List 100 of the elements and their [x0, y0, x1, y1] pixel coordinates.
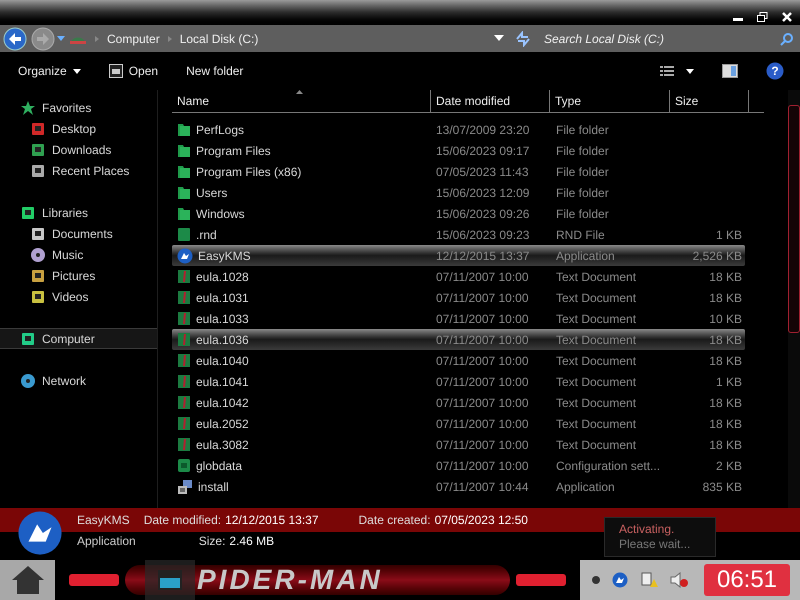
- field-label: Size:: [198, 533, 226, 550]
- nav-item[interactable]: Videos: [0, 286, 157, 307]
- search-icon[interactable]: [780, 32, 794, 46]
- size-cell-text: 18 KB: [709, 352, 742, 370]
- nav-item[interactable]: Pictures: [0, 265, 157, 286]
- popup-title: Activating.: [619, 522, 676, 537]
- toolbar-button[interactable]: Open: [108, 62, 158, 80]
- nav-item[interactable]: Desktop: [0, 118, 157, 139]
- file-row[interactable]: eula.1033 07/11/2007 10:00 Text Document 10 KB: [172, 308, 745, 329]
- nav-item[interactable]: Documents: [0, 223, 157, 244]
- date-cell-text: 15/06/2023 09:26: [435, 206, 530, 222]
- file-row[interactable]: Program Files (x86) 07/05/2023 11:43 File folder: [172, 161, 745, 182]
- close-icon[interactable]: [782, 12, 792, 22]
- file-row[interactable]: eula.2052 07/11/2007 10:00 Text Document 18 KB: [172, 413, 745, 434]
- file-name: eula.1042: [196, 394, 249, 412]
- size-cell-text: 18 KB: [709, 268, 742, 286]
- file-name: EasyKMS: [77, 512, 130, 529]
- type-cell-text: Text Document: [555, 416, 638, 432]
- date-cell-text: 07/11/2007 10:00: [435, 436, 530, 454]
- file-row[interactable]: eula.1042 07/11/2007 10:00 Text Document 18 KB: [172, 392, 745, 413]
- type-cell-text: File folder: [555, 164, 610, 180]
- file-row[interactable]: globdata 07/11/2007 10:00 Configuration sett... 2 KB: [172, 455, 745, 476]
- refresh-icon[interactable]: [514, 30, 532, 46]
- dropdown-icon[interactable]: [57, 36, 65, 42]
- toolbar-button[interactable]: Organize: [18, 62, 81, 80]
- star-icon: [20, 100, 36, 116]
- app-icon: [17, 510, 63, 556]
- nav-item[interactable]: Network: [0, 370, 157, 391]
- restore-icon[interactable]: [757, 12, 768, 22]
- date-cell-text: 07/11/2007 10:00: [435, 394, 530, 412]
- type-cell-text: File folder: [555, 142, 610, 160]
- file-name: install: [198, 478, 229, 496]
- file-row[interactable]: eula.1040 07/11/2007 10:00 Text Document 18 KB: [172, 350, 745, 371]
- field-label: Date modified:: [144, 512, 222, 529]
- size-cell-text: 1 KB: [716, 226, 742, 244]
- folder-icon: [157, 569, 183, 591]
- forward-icon[interactable]: [31, 26, 55, 50]
- disc-icon: [30, 246, 46, 262]
- clock[interactable]: 06:51: [704, 564, 790, 596]
- file-row[interactable]: install 07/11/2007 10:44 Application 835 KB: [172, 476, 745, 497]
- muted-speaker-icon[interactable]: [670, 572, 688, 588]
- type-cell-text: File folder: [555, 122, 610, 138]
- file-icon: [177, 227, 191, 242]
- minimize-icon[interactable]: [733, 18, 743, 22]
- chevron-icon: [168, 36, 172, 42]
- document-icon: [177, 374, 191, 389]
- view-list-icon[interactable]: [660, 66, 674, 76]
- caret-icon[interactable]: [686, 68, 694, 74]
- scrollbar[interactable]: [788, 90, 800, 508]
- nav-item[interactable]: Recent Places: [0, 160, 157, 181]
- help-icon[interactable]: ?: [766, 62, 784, 80]
- nav-item[interactable]: Downloads: [0, 139, 157, 160]
- app-icon[interactable]: [612, 572, 628, 588]
- document-icon: [177, 269, 191, 284]
- file-name: EasyKMS: [198, 248, 251, 264]
- glow-bar-icon: [516, 574, 566, 586]
- column-header[interactable]: Name: [172, 90, 430, 112]
- file-row[interactable]: Users 15/06/2023 12:09 File folder: [172, 182, 745, 203]
- back-icon[interactable]: [3, 26, 27, 50]
- column-header[interactable]: Size: [669, 90, 749, 112]
- breadcrumb[interactable]: Computer: [107, 30, 160, 48]
- file-row[interactable]: EasyKMS 12/12/2015 13:37 Application 2,526 KB: [172, 245, 745, 266]
- breadcrumb[interactable]: Local Disk (C:): [180, 30, 258, 48]
- file-row[interactable]: eula.1031 07/11/2007 10:00 Text Document 18 KB: [172, 287, 745, 308]
- column-header[interactable]: Type: [549, 90, 669, 112]
- file-row[interactable]: eula.1036 07/11/2007 10:00 Text Document 18 KB: [172, 329, 745, 350]
- popup-message: Please wait...: [619, 537, 692, 552]
- folder-icon: [177, 185, 191, 200]
- nav-item[interactable]: Libraries: [0, 202, 157, 223]
- nav-item[interactable]: Music: [0, 244, 157, 265]
- file-name: eula.1031: [196, 290, 249, 306]
- folder-icon: [177, 122, 191, 137]
- nav-item[interactable]: Favorites: [0, 97, 157, 118]
- search-field[interactable]: Search Local Disk (C:): [544, 30, 780, 48]
- column-header[interactable]: Date modified: [430, 90, 549, 112]
- home-icon: [10, 565, 44, 595]
- date-cell-text: 07/11/2007 10:00: [435, 352, 530, 370]
- file-name: eula.1036: [196, 332, 249, 348]
- file-row[interactable]: eula.3082 07/11/2007 10:00 Text Document 18 KB: [172, 434, 745, 455]
- type-cell-text: Text Document: [555, 436, 638, 454]
- document-icon: [177, 290, 191, 305]
- explorer-taskbar-button[interactable]: [145, 560, 195, 600]
- file-row[interactable]: eula.1028 07/11/2007 10:00 Text Document 18 KB: [172, 266, 745, 287]
- folder-icon: [177, 206, 191, 221]
- nav-item[interactable]: Computer: [0, 328, 157, 349]
- scrollbar-thumb[interactable]: [788, 105, 800, 333]
- date-cell-text: 12/12/2015 13:37: [435, 248, 530, 264]
- file-row[interactable]: Windows 15/06/2023 09:26 File folder: [172, 203, 745, 224]
- size-cell-text: 18 KB: [709, 290, 742, 306]
- file-row[interactable]: .rnd 15/06/2023 09:23 RND File 1 KB: [172, 224, 745, 245]
- size-cell-text: 18 KB: [709, 394, 742, 412]
- file-row[interactable]: PerfLogs 13/07/2009 23:20 File folder: [172, 119, 745, 140]
- start-button[interactable]: [0, 560, 55, 600]
- toolbar-button[interactable]: New folder: [186, 62, 244, 80]
- dropdown-icon[interactable]: [494, 35, 504, 42]
- dot-icon: [592, 576, 600, 584]
- file-row[interactable]: eula.1041 07/11/2007 10:00 Text Document 1 KB: [172, 371, 745, 392]
- file-row[interactable]: Program Files 15/06/2023 09:17 File folder: [172, 140, 745, 161]
- document-icon: [177, 395, 191, 410]
- network-warning-icon[interactable]: [640, 571, 658, 589]
